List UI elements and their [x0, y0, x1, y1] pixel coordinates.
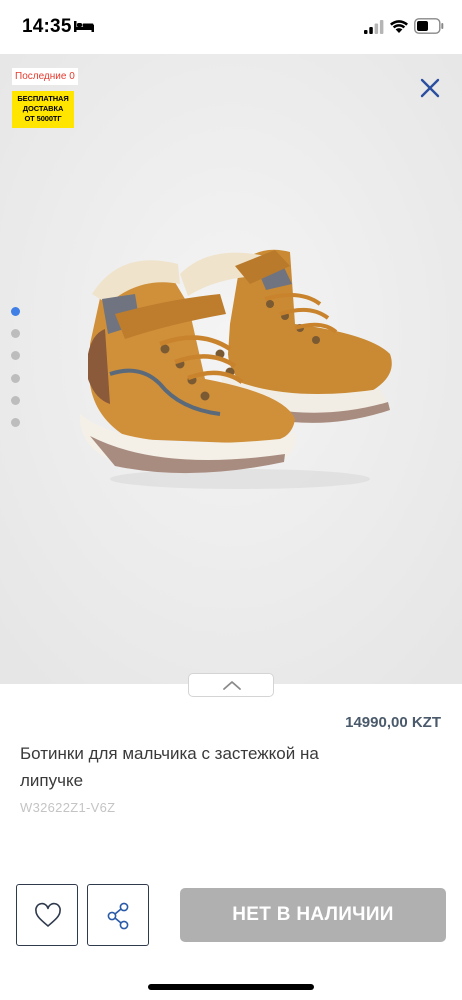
wifi-icon	[390, 20, 408, 33]
product-gallery[interactable]: Последние 0 БЕСПЛАТНАЯ ДОСТАВКА ОТ 5000Т…	[0, 54, 462, 684]
product-price: 14990,00 KZT	[345, 714, 441, 731]
bed-icon	[74, 21, 94, 32]
home-indicator[interactable]	[148, 984, 314, 990]
delivery-line: ДОСТАВКА	[22, 104, 64, 113]
share-icon	[107, 902, 129, 930]
favorite-button[interactable]	[16, 884, 78, 946]
gallery-dot-active[interactable]	[11, 307, 20, 316]
last-items-badge: Последние 0	[12, 68, 78, 85]
delivery-line: ОТ 5000ТГ	[24, 114, 62, 123]
gallery-pagination	[11, 307, 21, 440]
close-icon[interactable]	[416, 74, 444, 102]
product-image	[79, 249, 392, 489]
out-of-stock-button[interactable]: НЕТ В НАЛИЧИИ	[180, 888, 446, 942]
share-button[interactable]	[87, 884, 149, 946]
battery-icon	[414, 18, 444, 34]
product-sku: W32622Z1-V6Z	[20, 800, 116, 815]
gallery-dot[interactable]	[11, 329, 20, 339]
expand-handle[interactable]	[188, 673, 274, 697]
free-delivery-badge: БЕСПЛАТНАЯ ДОСТАВКА ОТ 5000ТГ	[12, 91, 74, 128]
gallery-dot[interactable]	[11, 417, 20, 427]
product-title: Ботинки для мальчика с застежкой на липу…	[20, 744, 319, 790]
gallery-dot[interactable]	[11, 351, 20, 361]
signal-icon	[364, 20, 384, 34]
chevron-up-icon	[223, 681, 241, 690]
status-time: 14:35	[22, 16, 72, 37]
delivery-line: БЕСПЛАТНАЯ	[17, 94, 69, 103]
heart-icon	[35, 902, 61, 927]
gallery-dot[interactable]	[11, 373, 20, 383]
status-bar: 14:35	[0, 0, 462, 54]
gallery-dot[interactable]	[11, 395, 20, 405]
